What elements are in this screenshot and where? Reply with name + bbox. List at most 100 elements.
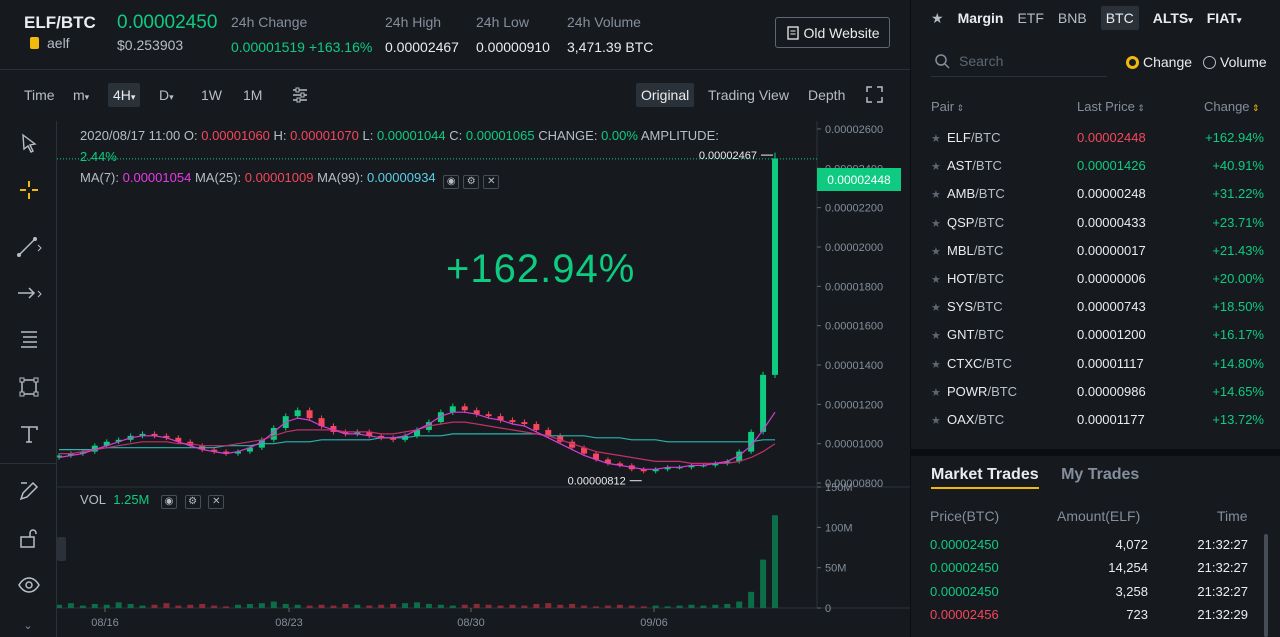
pair-quote: /BTC <box>974 214 1005 230</box>
chevron-down-icon[interactable]: ⌄ <box>0 619 56 637</box>
trend-line-icon[interactable] <box>15 233 43 261</box>
favorite-star-icon[interactable]: ★ <box>931 273 941 286</box>
cursor-icon[interactable] <box>15 129 43 157</box>
favorite-star-icon[interactable]: ★ <box>931 301 941 314</box>
favorite-star-icon[interactable]: ★ <box>931 245 941 258</box>
favorite-star-icon[interactable]: ★ <box>931 217 941 230</box>
radio-volume[interactable]: Volume <box>1203 54 1267 70</box>
fullscreen-icon[interactable] <box>866 86 883 106</box>
pair-row[interactable]: ★ ELF/BTC 0.00002448 +162.94% <box>931 126 1265 154</box>
tab-btc[interactable]: BTC <box>1100 6 1139 30</box>
pair-row[interactable]: ★ AST/BTC 0.00001426 +40.91% <box>931 154 1265 182</box>
tab-alts[interactable]: ALTS▾ <box>1153 10 1193 26</box>
pair-row[interactable]: ★ SYS/BTC 0.00000743 +18.50% <box>931 295 1265 323</box>
fib-lines-icon[interactable] <box>15 325 43 353</box>
volume-bar <box>521 605 528 608</box>
price-chart[interactable]: 0.000026000.000024000.000022000.00002000… <box>57 121 910 637</box>
tab-etf[interactable]: ETF <box>1017 10 1043 26</box>
pair-row[interactable]: ★ MBL/BTC 0.00000017 +21.43% <box>931 239 1265 267</box>
minute-label: m <box>73 87 85 103</box>
volume-bar <box>593 606 599 608</box>
favorite-star-icon[interactable]: ★ <box>931 329 941 342</box>
tab-bnb[interactable]: BNB <box>1058 10 1087 26</box>
pair-row[interactable]: ★ QSP/BTC 0.00000433 +23.71% <box>931 211 1265 239</box>
price-tick-label: 0.00001800 <box>825 281 883 293</box>
sort-icon: ⇕ <box>954 103 965 113</box>
settings-icon[interactable]: ⚙ <box>184 495 201 509</box>
tab-margin[interactable]: Margin <box>958 10 1004 26</box>
depth-tab[interactable]: Depth <box>808 87 845 103</box>
text-tool-icon[interactable] <box>15 420 43 448</box>
month-button[interactable]: 1M <box>243 87 262 103</box>
indicator-settings-icon[interactable] <box>291 86 309 107</box>
unlock-icon[interactable] <box>15 524 43 552</box>
eye-icon[interactable]: ◉ <box>161 495 178 509</box>
col-pair-header[interactable]: Pair ⇕ <box>931 99 964 114</box>
tradingview-tab[interactable]: Trading View <box>708 87 789 103</box>
tab-fiat[interactable]: FIAT▾ <box>1207 10 1242 26</box>
sort-icon: ⇕ <box>1249 103 1260 113</box>
favorite-star-icon[interactable]: ★ <box>931 358 941 371</box>
day-dropdown[interactable]: D▾ <box>159 87 174 103</box>
col-change-label: Change <box>1204 99 1250 114</box>
favorite-star-icon[interactable]: ★ <box>931 386 941 399</box>
pair-row[interactable]: ★ HOT/BTC 0.00000006 +20.00% <box>931 267 1265 295</box>
ma99-label: MA(99): <box>317 170 364 185</box>
candle-body <box>294 410 301 417</box>
volume-bar <box>640 606 647 608</box>
tab-market-trades[interactable]: Market Trades <box>931 466 1039 489</box>
pair-name: AMB/BTC <box>947 186 1005 201</box>
volume-bar <box>366 605 373 608</box>
interval-label: 4H <box>113 87 131 103</box>
crosshair-icon[interactable] <box>15 176 43 204</box>
pair-row[interactable]: ★ CTXC/BTC 0.00001117 +14.80% <box>931 352 1265 380</box>
high-label: H: <box>273 128 287 143</box>
favorite-star-icon[interactable]: ★ <box>931 188 941 201</box>
radio-change[interactable]: Change <box>1126 54 1192 70</box>
time-button[interactable]: Time <box>24 87 55 103</box>
week-button[interactable]: 1W <box>201 87 222 103</box>
candlestick-chart[interactable]: 0.000026000.000024000.000022000.00002000… <box>57 121 910 637</box>
edit-pen-icon[interactable] <box>15 477 43 505</box>
rectangle-tool-icon[interactable] <box>15 373 43 401</box>
time-tick-label: 08/23 <box>275 617 303 629</box>
pair-row[interactable]: ★ AMB/BTC 0.00000248 +31.22% <box>931 182 1265 210</box>
old-website-button[interactable]: Old Website <box>775 17 890 48</box>
col-last-price-header[interactable]: Last Price ⇕ <box>1077 99 1145 114</box>
trades-scrollbar[interactable] <box>1264 534 1268 637</box>
coin-name[interactable]: aelf <box>30 35 70 51</box>
favorite-star-icon[interactable]: ★ <box>931 160 941 173</box>
volume-bar <box>736 601 743 608</box>
arrow-tool-icon[interactable] <box>15 279 43 307</box>
original-view-tab[interactable]: Original <box>636 83 695 107</box>
minute-dropdown[interactable]: m▾ <box>73 87 89 103</box>
trades-col-time: Time <box>1217 508 1248 524</box>
trade-row: 0.00002450 4,072 21:32:27 <box>930 535 1248 558</box>
trade-time: 21:32:27 <box>1197 583 1248 599</box>
close-icon[interactable]: ✕ <box>208 495 225 509</box>
settings-icon[interactable]: ⚙ <box>463 175 480 189</box>
pair-last-price: 0.00002448 <box>1077 130 1146 145</box>
tab-my-trades[interactable]: My Trades <box>1061 466 1139 483</box>
pair-change: +20.00% <box>1212 271 1264 286</box>
close-value: 0.00001065 <box>465 128 535 143</box>
eye-icon[interactable]: ◉ <box>443 175 460 189</box>
favorite-star-icon[interactable]: ★ <box>931 414 941 427</box>
pair-base: ELF <box>947 130 971 145</box>
pair-change: +18.50% <box>1212 299 1264 315</box>
pair-row[interactable]: ★ OAX/BTC 0.00001177 +13.72% <box>931 408 1265 436</box>
close-icon[interactable]: ✕ <box>483 175 500 189</box>
pair-title[interactable]: ELF/BTC <box>24 13 96 33</box>
col-change-header[interactable]: Change ⇕ <box>1204 99 1260 114</box>
favorites-star-icon[interactable]: ★ <box>931 10 944 27</box>
eye-icon[interactable] <box>15 571 43 599</box>
interval-4h-dropdown[interactable]: 4H▾ <box>108 83 141 107</box>
stat-label: 24h Low <box>476 14 529 30</box>
favorite-star-icon[interactable]: ★ <box>931 132 941 145</box>
pair-row[interactable]: ★ POWR/BTC 0.00000986 +14.65% <box>931 380 1265 408</box>
volume-tick-label: 0 <box>825 603 831 615</box>
pair-row[interactable]: ★ GNT/BTC 0.00001200 +16.17% <box>931 323 1265 351</box>
market-search-input[interactable]: Search <box>931 47 1107 77</box>
trade-row: 0.00002450 3,258 21:32:27 <box>930 582 1248 605</box>
volume-bar <box>318 604 325 608</box>
